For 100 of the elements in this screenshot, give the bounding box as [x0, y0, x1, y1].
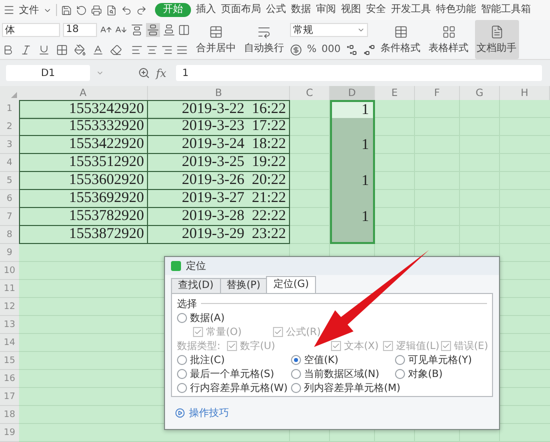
ribbon-tab[interactable]: 开始	[155, 3, 191, 17]
radio-button[interactable]	[177, 369, 187, 379]
align-bottom-icon[interactable]	[163, 24, 175, 36]
column-header[interactable]: F	[415, 86, 460, 100]
document-assistant-button[interactable]: 文档助手	[474, 20, 519, 59]
table-style-button[interactable]: 表格样式	[426, 20, 471, 59]
radio-button[interactable]	[177, 355, 187, 365]
underline-icon[interactable]	[38, 44, 50, 56]
column-header[interactable]: E	[375, 86, 415, 100]
font-field[interactable]: 体	[2, 22, 60, 36]
conditional-format-button[interactable]: 条件格式	[378, 20, 423, 59]
radio-button[interactable]	[177, 313, 187, 323]
ribbon-tab[interactable]: 视图	[341, 3, 361, 17]
decimal-decrease-icon[interactable]	[362, 44, 375, 56]
row-header[interactable]: 14	[0, 334, 19, 352]
ribbon-tab[interactable]: 智能工具箱	[481, 3, 531, 17]
table-cell: 1	[330, 172, 375, 190]
column-header[interactable]: A	[19, 86, 148, 100]
row-header[interactable]: 10	[0, 262, 19, 280]
row-header[interactable]: 12	[0, 298, 19, 316]
font-color-icon[interactable]	[92, 44, 104, 56]
option-label: 空值(K)	[304, 354, 338, 367]
align-right-icon[interactable]	[161, 44, 173, 56]
align-top-icon[interactable]	[131, 24, 143, 36]
row-header[interactable]: 2	[0, 118, 19, 136]
row-header[interactable]: 7	[0, 208, 19, 226]
column-header[interactable]: B	[148, 86, 290, 100]
name-box[interactable]: D1	[6, 65, 90, 81]
row-header[interactable]: 1	[0, 100, 19, 119]
dialog-tab[interactable]: 查找(D)	[171, 278, 221, 293]
ribbon-tab[interactable]: 特色功能	[436, 3, 476, 17]
row-header[interactable]: 11	[0, 280, 19, 298]
row-header[interactable]: 16	[0, 370, 19, 388]
row-header[interactable]: 19	[0, 424, 19, 442]
dialog-tab[interactable]: 定位(G)	[266, 276, 316, 293]
print-icon[interactable]	[91, 4, 102, 16]
table-cell: 1553242920	[19, 100, 148, 119]
radio-button[interactable]	[177, 383, 187, 393]
row-header[interactable]: 6	[0, 190, 19, 208]
zoom-icon[interactable]	[138, 67, 150, 79]
ribbon-tab[interactable]: 开发工具	[391, 3, 431, 17]
menu-icon[interactable]	[3, 4, 15, 16]
eraser-icon[interactable]	[110, 44, 122, 56]
radio-button[interactable]	[291, 383, 301, 393]
dialog-tab[interactable]: 替换(P)	[220, 278, 268, 293]
ribbon-tab[interactable]: 安全	[366, 3, 386, 17]
row-header[interactable]: 5	[0, 172, 19, 190]
checkbox-label: 常量(O)	[206, 326, 242, 339]
row-header[interactable]: 13	[0, 316, 19, 334]
radio-button[interactable]	[291, 355, 301, 365]
redo-icon[interactable]	[136, 4, 147, 16]
merge-center-button[interactable]: 合并居中	[194, 20, 238, 59]
fill-color-icon[interactable]	[74, 44, 86, 56]
ribbon-tab[interactable]: 审阅	[316, 3, 336, 17]
radio-button[interactable]	[291, 369, 301, 379]
column-header[interactable]: G	[460, 86, 500, 100]
radio-button[interactable]	[395, 369, 405, 379]
currency-icon[interactable]	[290, 44, 302, 56]
radio-button[interactable]	[395, 355, 405, 365]
row-header[interactable]: 9	[0, 244, 19, 262]
align-center-icon[interactable]	[146, 44, 158, 56]
save-icon[interactable]	[61, 4, 72, 16]
justify-icon[interactable]	[176, 44, 188, 56]
column-header[interactable]: C	[290, 86, 330, 100]
checkbox-label: 文本(X)	[344, 340, 379, 353]
column-header[interactable]: H	[500, 86, 550, 100]
number-format-field[interactable]: 常规	[290, 22, 368, 36]
refresh-icon[interactable]	[76, 4, 87, 16]
row-header[interactable]: 18	[0, 406, 19, 424]
tips-link[interactable]: 操作技巧	[189, 406, 229, 420]
row-header[interactable]: 15	[0, 352, 19, 370]
formula-input[interactable]: 1	[176, 65, 542, 81]
wrap-text-button[interactable]: 自动换行	[242, 20, 286, 59]
border-icon[interactable]	[56, 44, 68, 56]
ribbon-tab[interactable]: 数据	[291, 3, 311, 17]
percent-button[interactable]: %	[307, 44, 317, 55]
file-menu[interactable]: 文件	[19, 3, 39, 17]
bold-icon[interactable]	[2, 44, 14, 56]
column-header[interactable]: D	[330, 86, 375, 100]
preview-icon[interactable]	[106, 4, 117, 16]
decimal-increase-icon[interactable]	[346, 44, 358, 56]
font-shrink-icon[interactable]	[115, 24, 127, 36]
ribbon-tab[interactable]: 页面布局	[221, 3, 261, 17]
function-label[interactable]: fx	[156, 66, 166, 80]
row-header[interactable]: 3	[0, 136, 19, 154]
undo-icon[interactable]	[121, 4, 132, 16]
font-size-field[interactable]: 18	[63, 22, 97, 36]
play-icon[interactable]	[175, 408, 185, 418]
align-left-icon[interactable]	[131, 44, 143, 56]
ribbon-tab[interactable]: 公式	[266, 3, 286, 17]
font-grow-icon[interactable]	[100, 24, 112, 36]
row-header[interactable]: 4	[0, 154, 19, 172]
thousands-button[interactable]: 000	[322, 44, 341, 55]
row-header[interactable]: 8	[0, 226, 19, 244]
ribbon-tab[interactable]: 插入	[196, 3, 216, 17]
table-cell: 2019-3-26 20:22	[148, 172, 290, 190]
align-middle-icon[interactable]	[146, 22, 160, 36]
document-icon	[490, 24, 504, 38]
row-header[interactable]: 17	[0, 388, 19, 406]
italic-icon[interactable]	[20, 44, 32, 56]
